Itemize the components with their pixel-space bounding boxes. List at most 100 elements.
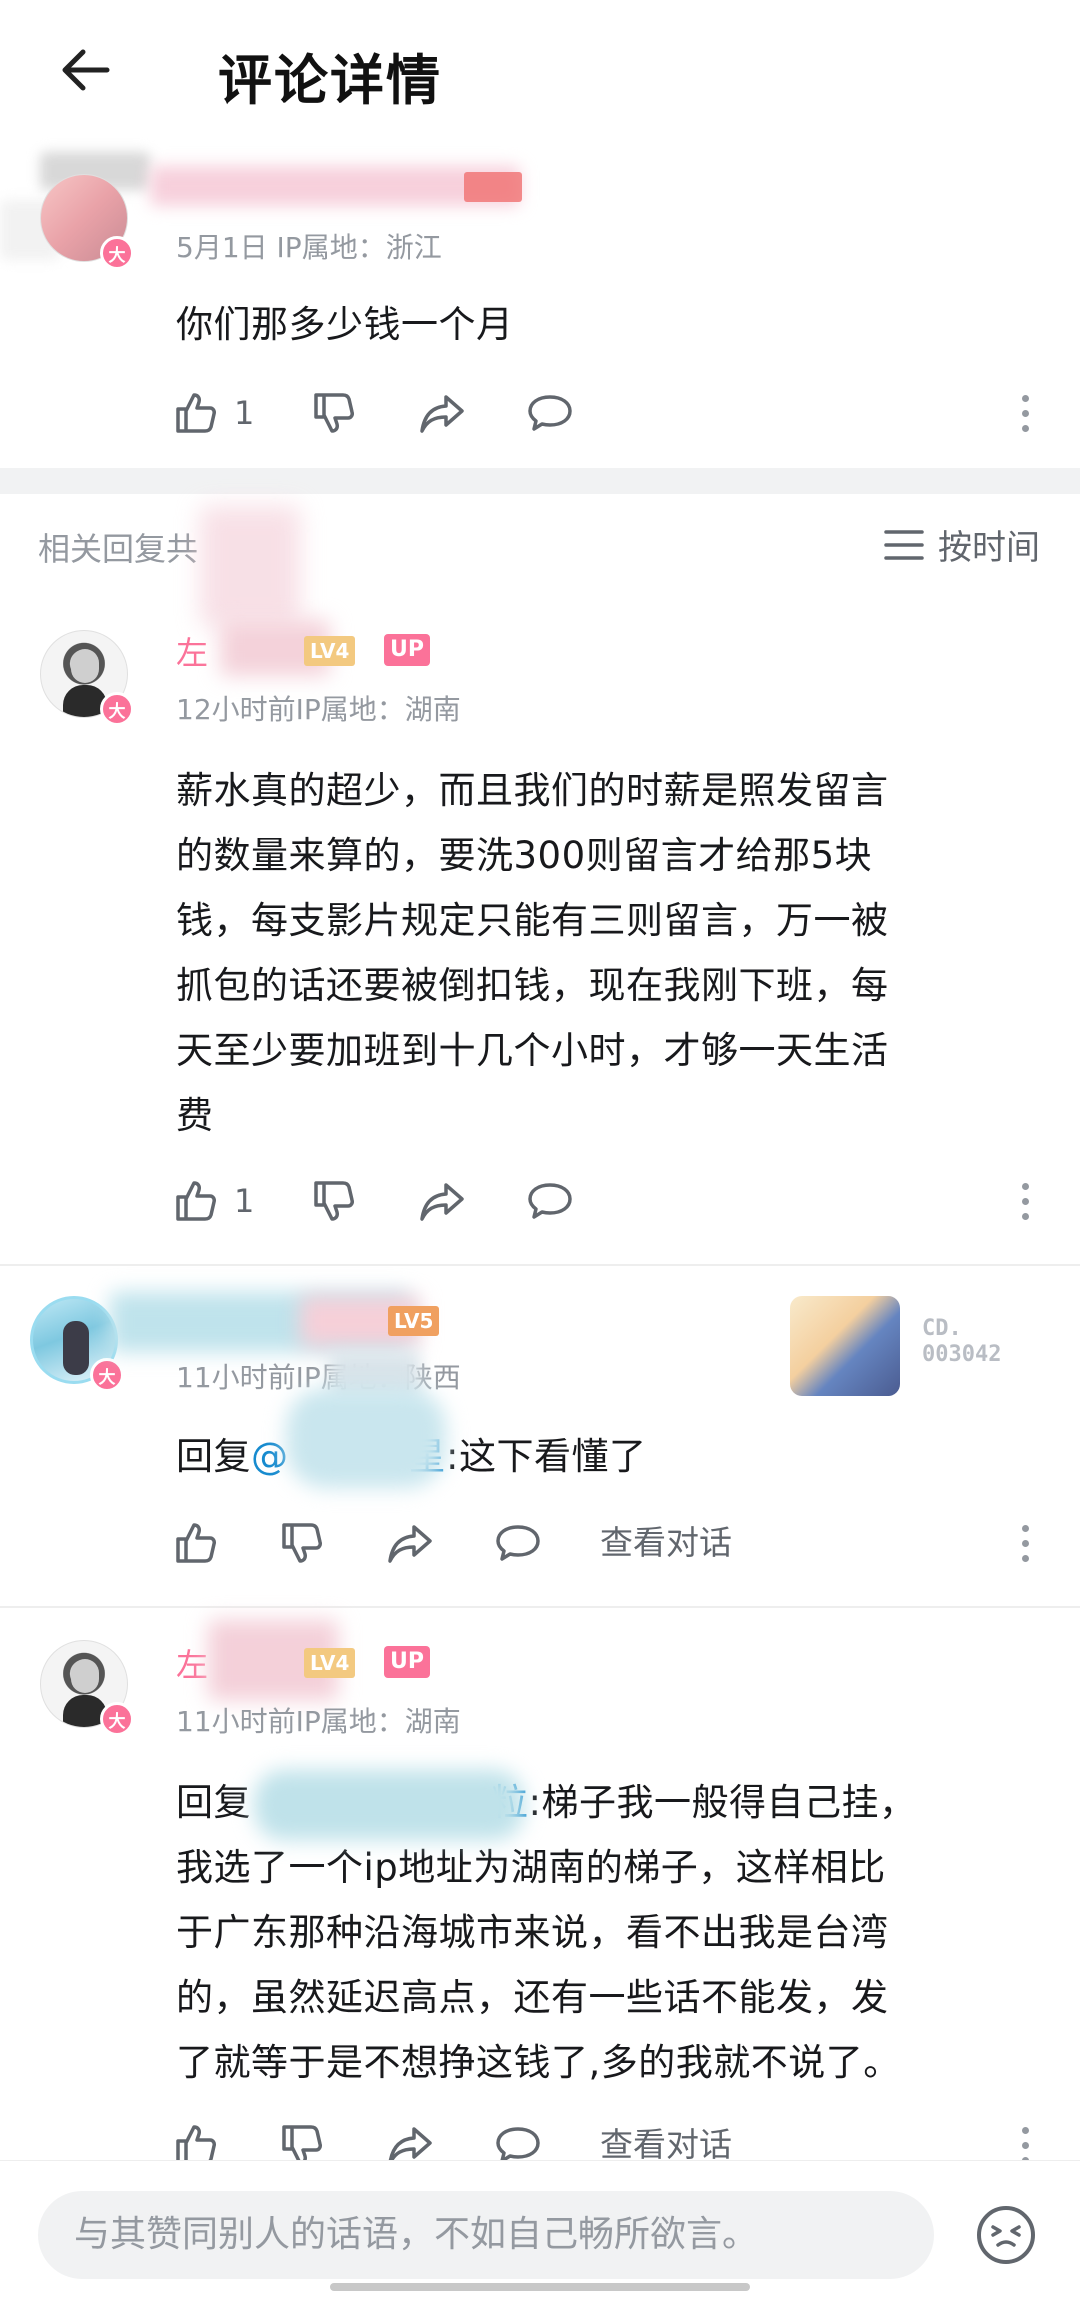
like-button[interactable]	[172, 1508, 220, 1578]
share-arrow-icon	[420, 1183, 464, 1221]
sort-toggle[interactable]: 按时间	[884, 520, 1040, 569]
reply-line: 费	[176, 1094, 214, 1137]
reply-body: :这下看懂了	[446, 1435, 647, 1478]
reply-actions: 1	[0, 1166, 1080, 1236]
comment-bubble-icon	[528, 1183, 572, 1219]
username-text: 左	[176, 634, 209, 672]
count-mask	[200, 506, 300, 626]
anime-badge-image	[790, 1296, 900, 1396]
reply-button[interactable]	[526, 1166, 574, 1236]
more-menu-button[interactable]	[1010, 378, 1040, 448]
reply-meta: 12小时前IP属地：湖南	[176, 688, 461, 728]
thumbs-up-icon	[176, 1181, 216, 1221]
thumbs-up-icon	[176, 393, 216, 433]
thumbs-down-icon	[282, 1523, 322, 1563]
emoji-face-icon	[977, 2206, 1035, 2264]
list-sort-icon	[884, 529, 924, 560]
page-title: 评论详情	[218, 49, 442, 112]
reply-line: 的，虽然延迟高点，还有一些话不能发，发	[176, 1976, 889, 2019]
reply-meta: 11小时前IP属地：湖南	[176, 1700, 461, 1740]
mention-mask	[254, 1770, 524, 1840]
vip-badge: 大	[100, 236, 134, 270]
up-badge: UP	[384, 1646, 430, 1678]
level-badge: LV4	[304, 1648, 356, 1678]
comment-meta: 5月1日 IP属地：浙江	[176, 226, 442, 266]
dislike-button[interactable]	[278, 1508, 326, 1578]
section-divider	[0, 468, 1080, 494]
comment-composer: 与其赞同别人的话语，不如自己畅所欲言。	[0, 2160, 1080, 2300]
reply-avatar-wrap[interactable]: 大	[40, 630, 134, 726]
reply-line: 薪水真的超少，而且我们的时薪是照发留言	[176, 769, 889, 812]
more-menu-button[interactable]	[1010, 1166, 1040, 1236]
vip-badge: 大	[90, 1358, 124, 1392]
reply-time: 11小时前	[176, 1361, 296, 1394]
reply-line: 天至少要加班到十几个小时，才够一天生活	[176, 1029, 889, 1072]
thumbs-down-icon	[314, 1181, 354, 1221]
badge-number-line: CD.	[922, 1316, 962, 1341]
badge-number-line: 003042	[922, 1342, 1002, 1367]
reply-prefix: 回复	[176, 1435, 251, 1478]
dislike-button[interactable]	[310, 1166, 358, 1236]
thumbs-down-icon	[314, 393, 354, 433]
share-button[interactable]	[386, 1508, 434, 1578]
reply-line: 抓包的话还要被倒扣钱，现在我刚下班，每	[176, 964, 889, 1007]
mention-mask	[286, 1388, 446, 1488]
level-badge	[464, 172, 522, 202]
reply-time: 11小时前	[176, 1705, 296, 1738]
emoji-button[interactable]	[974, 2203, 1038, 2267]
share-arrow-icon	[388, 1525, 432, 1563]
view-conversation-link[interactable]: 查看对话	[600, 1508, 732, 1578]
more-menu-button[interactable]	[1010, 1508, 1040, 1578]
comment-actions: 1	[0, 378, 1080, 448]
like-button[interactable]: 1	[172, 1166, 254, 1236]
reply-body: :梯子我一般得自己挂，	[528, 1781, 917, 1824]
comment-bubble-icon	[496, 1525, 540, 1561]
comment-input[interactable]: 与其赞同别人的话语，不如自己畅所欲言。	[38, 2191, 934, 2279]
reply-avatar-wrap[interactable]: 大	[40, 1640, 134, 1736]
level-badge: LV5	[388, 1306, 440, 1336]
thumbs-up-icon	[176, 1523, 216, 1563]
root-avatar-wrap[interactable]: 大	[40, 174, 134, 270]
share-arrow-icon	[420, 395, 464, 433]
reply-text: 薪水真的超少，而且我们的时薪是照发留言 的数量来算的，要洗300则留言才给那5块…	[176, 758, 889, 1148]
home-indicator	[330, 2283, 750, 2291]
back-arrow-icon	[62, 49, 110, 91]
reply-prefix: 回复	[176, 1781, 251, 1824]
reply-divider	[0, 1606, 1080, 1608]
reply-button[interactable]	[494, 1508, 542, 1578]
reply-line: 的数量来算的，要洗300则留言才给那5块	[176, 834, 873, 877]
comment-time: 5月1日	[176, 231, 268, 264]
share-button[interactable]	[418, 378, 466, 448]
reply-line: 了就等于是不想挣这钱了,多的我就不说了。	[176, 2041, 901, 2084]
reply-divider	[0, 1264, 1080, 1266]
reply-to-at: @	[251, 1435, 289, 1478]
comment-bubble-icon	[528, 395, 572, 431]
ip-location: IP属地：湖南	[295, 693, 461, 726]
reply-time: 12小时前	[176, 693, 296, 726]
share-button[interactable]	[418, 1166, 466, 1236]
username-text: 左	[176, 1646, 209, 1684]
reply-avatar-wrap[interactable]: 大	[30, 1296, 124, 1392]
reply-line: 钱，每支影片规定只能有三则留言，万一被	[176, 899, 889, 942]
ip-location: IP属地：湖南	[295, 1705, 461, 1738]
reply-actions: 查看对话	[0, 1508, 1080, 1578]
like-count: 1	[234, 394, 255, 432]
comment-text: 你们那多少钱一个月	[176, 303, 514, 346]
sort-label: 按时间	[938, 528, 1040, 568]
reply-username[interactable]: 左	[176, 1640, 208, 1686]
reply-button[interactable]	[526, 378, 574, 448]
badge-number: CD. 003042	[922, 1316, 1001, 1368]
reply-line: 我选了一个ip地址为湖南的梯子，这样相比	[176, 1846, 886, 1889]
like-count: 1	[234, 1182, 255, 1220]
fan-badge-card[interactable]: CD. 003042	[790, 1296, 1040, 1396]
reply-line: 于广东那种沿海城市来说，看不出我是台湾	[176, 1911, 889, 1954]
up-badge: UP	[384, 634, 430, 666]
vip-badge: 大	[100, 692, 134, 726]
ip-location: IP属地：浙江	[276, 231, 442, 264]
level-badge: LV4	[304, 636, 356, 666]
like-button[interactable]: 1	[172, 378, 254, 448]
dislike-button[interactable]	[310, 378, 358, 448]
back-button[interactable]	[50, 38, 120, 102]
replies-count-label: 相关回复共	[38, 530, 199, 568]
reply-username[interactable]: 左	[176, 628, 208, 674]
